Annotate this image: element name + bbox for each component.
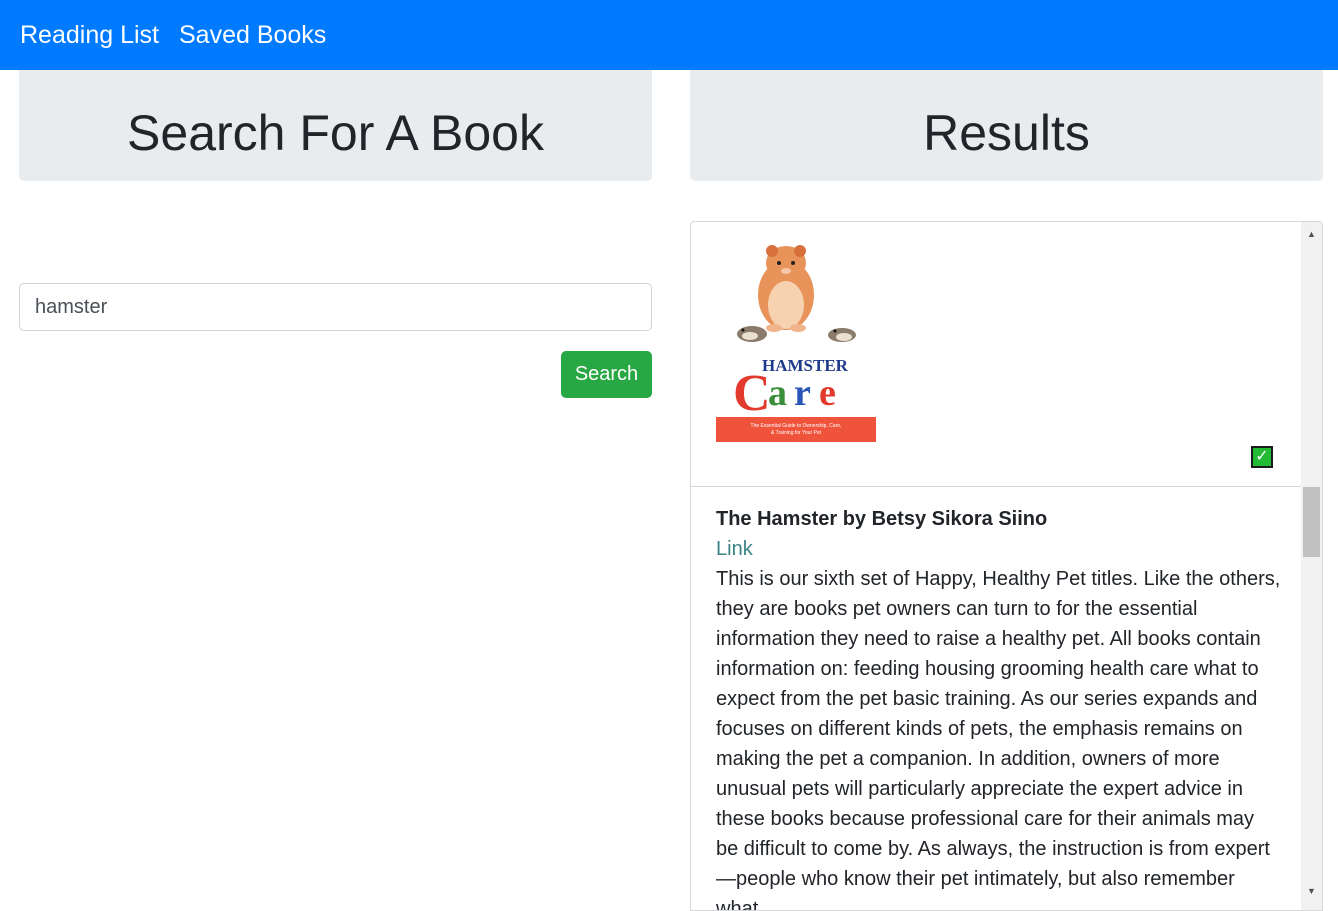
nav-link-saved-books[interactable]: Saved Books xyxy=(179,21,326,50)
search-input[interactable] xyxy=(19,283,652,331)
navbar: Reading List Saved Books xyxy=(0,0,1338,70)
book-title: The Hamster by Betsy Sikora Siino xyxy=(716,508,1048,530)
svg-text:The Essential Guide to Ownersh: The Essential Guide to Ownership, Care, xyxy=(751,423,842,429)
svg-text:& Training for Your Pet: & Training for Your Pet xyxy=(771,430,822,436)
book-link[interactable]: Link xyxy=(716,534,1281,564)
search-button[interactable]: Search xyxy=(561,351,652,398)
search-header: Search For A Book xyxy=(19,70,652,181)
svg-text:C: C xyxy=(733,365,771,422)
svg-text:e: e xyxy=(819,372,836,414)
search-heading: Search For A Book xyxy=(127,104,544,161)
svg-text:a: a xyxy=(768,372,787,414)
book-description: This is our sixth set of Happy, Healthy … xyxy=(716,568,1281,911)
svg-text:r: r xyxy=(794,372,811,414)
scroll-thumb[interactable] xyxy=(1303,487,1320,557)
saved-check-icon[interactable]: ✓ xyxy=(1251,446,1273,468)
book-cover-image: HAMSTER C a r e The Essential Guide to O… xyxy=(716,225,876,442)
nav-brand-reading-list[interactable]: Reading List xyxy=(20,21,159,50)
book-cover-area: HAMSTER C a r e The Essential Guide to O… xyxy=(691,222,1301,487)
results-header: Results xyxy=(690,70,1323,181)
scroll-up-arrow-icon[interactable]: ▲ xyxy=(1301,225,1322,242)
book-details: The Hamster by Betsy Sikora Siino Link T… xyxy=(716,504,1281,911)
book-card: HAMSTER C a r e The Essential Guide to O… xyxy=(691,222,1301,910)
results-heading: Results xyxy=(923,104,1090,161)
results-list[interactable]: HAMSTER C a r e The Essential Guide to O… xyxy=(690,221,1323,911)
results-scrollbar[interactable]: ▲ ▼ xyxy=(1301,222,1322,910)
scroll-down-arrow-icon[interactable]: ▼ xyxy=(1301,882,1322,899)
